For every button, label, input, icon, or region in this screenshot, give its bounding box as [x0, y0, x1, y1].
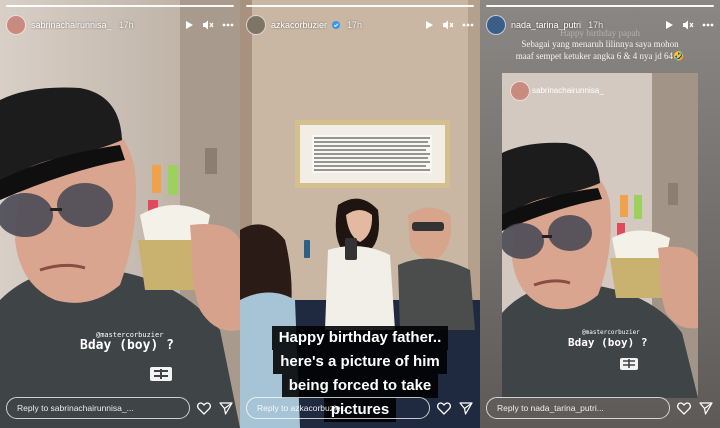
- story-1-footer: Reply to sabrinachairunnisa_...: [6, 396, 234, 420]
- send-icon[interactable]: [458, 400, 474, 416]
- mention-tag: @mastercorbuzier: [582, 329, 640, 336]
- story-3-header: nada_tarina_putri 17h: [486, 14, 714, 36]
- play-icon[interactable]: [184, 20, 194, 30]
- reply-input[interactable]: Reply to nada_tarina_putri...: [486, 397, 670, 419]
- caption-line: Happy birthday father..: [271, 326, 449, 350]
- laughing-emoji-icon: 🤣: [672, 51, 685, 61]
- story-username[interactable]: nada_tarina_putri: [511, 20, 581, 30]
- story-1[interactable]: sabrinachairunnisa_ 17h @mastercorbuzier…: [0, 0, 240, 428]
- progress-segment: [486, 5, 714, 7]
- caption-line: being forced to take: [281, 374, 439, 398]
- reply-input[interactable]: Reply to azkacorbuzier...: [246, 397, 430, 419]
- verified-badge-icon: [332, 21, 341, 29]
- avatar[interactable]: [6, 15, 26, 35]
- heart-icon[interactable]: [436, 400, 452, 416]
- sticker-text: Bday (boy) ?: [568, 336, 648, 349]
- story-progress-bar: [6, 5, 234, 7]
- send-icon[interactable]: [698, 400, 714, 416]
- sticker-text: Bday (boy) ?: [80, 338, 174, 353]
- avatar[interactable]: [246, 15, 266, 35]
- heart-icon[interactable]: [196, 400, 212, 416]
- story-1-photo: [0, 0, 240, 428]
- avatar[interactable]: [486, 15, 506, 35]
- story-overlay-text-line: maaf sempet ketuker angka 6 & 4 nya jd 6…: [515, 51, 673, 61]
- stories-strip: sabrinachairunnisa_ 17h @mastercorbuzier…: [0, 0, 720, 428]
- reply-input[interactable]: Reply to sabrinachairunnisa_...: [6, 397, 190, 419]
- progress-segment: [246, 5, 474, 7]
- story-username[interactable]: sabrinachairunnisa_: [31, 20, 112, 30]
- story-2-header: azkacorbuzier 17h: [246, 14, 474, 36]
- story-progress-bar: [486, 5, 714, 7]
- send-icon[interactable]: [218, 400, 234, 416]
- heart-icon[interactable]: [676, 400, 692, 416]
- avatar: [510, 81, 530, 101]
- story-overlay-text: Sebagai yang menaruh lilinnya saya mohon: [521, 39, 679, 49]
- caption-line: here's a picture of him: [273, 350, 447, 374]
- reshared-story[interactable]: sabrinachairunnisa_ @mastercorbuzier Bda…: [502, 73, 698, 398]
- more-options-icon[interactable]: [222, 23, 234, 27]
- story-username[interactable]: azkacorbuzier: [271, 20, 327, 30]
- story-2-footer: Reply to azkacorbuzier...: [246, 396, 474, 420]
- more-options-icon[interactable]: [462, 23, 474, 27]
- story-overlay-text: maaf sempet ketuker angka 6 & 4 nya jd 6…: [484, 51, 716, 62]
- reshared-username: sabrinachairunnisa_: [532, 86, 604, 95]
- story-2[interactable]: azkacorbuzier 17h Happy birthday father.…: [240, 0, 480, 428]
- play-icon[interactable]: [424, 20, 434, 30]
- mute-icon[interactable]: [442, 20, 454, 30]
- progress-segment: [6, 5, 234, 7]
- mute-icon[interactable]: [682, 20, 694, 30]
- story-3-footer: Reply to nada_tarina_putri...: [486, 396, 714, 420]
- story-time: 17h: [588, 20, 604, 30]
- play-icon[interactable]: [664, 20, 674, 30]
- story-3[interactable]: sabrinachairunnisa_ @mastercorbuzier Bda…: [480, 0, 720, 428]
- more-options-icon[interactable]: [702, 23, 714, 27]
- story-time: 17h: [118, 20, 134, 30]
- story-1-header: sabrinachairunnisa_ 17h: [6, 14, 234, 36]
- story-time: 17h: [347, 20, 363, 30]
- mute-icon[interactable]: [202, 20, 214, 30]
- story-progress-bar: [246, 5, 474, 7]
- reshared-story-photo: [502, 73, 698, 398]
